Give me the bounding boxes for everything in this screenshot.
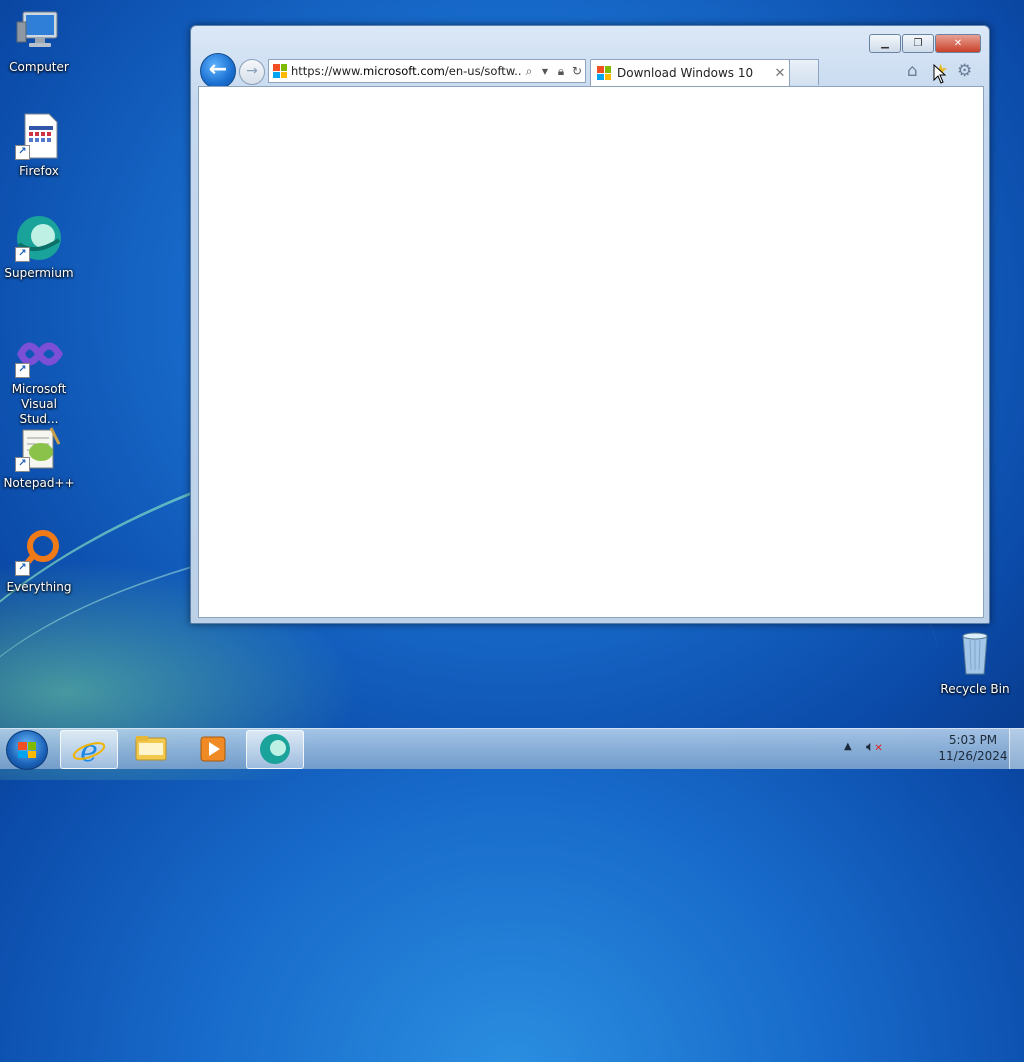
url-domain: microsoft.com — [363, 64, 445, 78]
minimize-button[interactable]: ▁ — [869, 34, 901, 53]
new-tab-button[interactable] — [789, 59, 819, 85]
browser-window[interactable]: ▁ ❐ ✕ ← → https://www.microsoft.com/en-u… — [190, 25, 990, 624]
restore-icon: ❐ — [913, 38, 923, 49]
windows-logo-icon — [18, 742, 36, 758]
forward-button[interactable]: → — [239, 59, 265, 85]
file-explorer-icon — [135, 736, 167, 761]
taskbar-file-explorer[interactable] — [123, 730, 179, 767]
supermium-icon — [260, 734, 290, 764]
window-controls: ▁ ❐ ✕ — [868, 34, 981, 53]
desktop-icon-label: Recycle Bin — [940, 682, 1010, 696]
search-icon[interactable]: ⌕ — [521, 64, 537, 79]
tab-close-icon[interactable]: ✕ — [771, 66, 789, 81]
shortcut-arrow-icon: ↗ — [15, 247, 30, 262]
internet-explorer-icon: e — [72, 734, 106, 769]
computer-icon — [15, 8, 63, 56]
taskbar-media-player[interactable] — [184, 730, 240, 767]
lock-icon[interactable]: 🔒︎ — [553, 64, 569, 79]
restore-button[interactable]: ❐ — [902, 34, 934, 53]
clock[interactable]: 5:03 PM 11/26/2024 — [930, 733, 1016, 763]
minimize-icon: ▁ — [881, 38, 889, 49]
desktop-icon-computer[interactable]: Computer — [1, 8, 77, 75]
desktop-icon-recycle-bin[interactable]: Recycle Bin — [937, 630, 1013, 697]
forward-icon: → — [246, 63, 258, 79]
desktop-icon-notepadpp[interactable]: ↗ Notepad++ — [1, 424, 77, 491]
visual-studio-icon: ↗ — [15, 330, 64, 378]
supermium-icon: ↗ — [15, 214, 63, 262]
url-path: /en-us/softw... — [444, 64, 521, 78]
media-player-icon — [200, 736, 226, 762]
notepadpp-icon: ↗ — [15, 424, 63, 472]
show-desktop-button[interactable] — [1009, 729, 1024, 769]
tab-title: Download Windows 10 — [617, 66, 754, 80]
shortcut-arrow-icon: ↗ — [15, 145, 30, 160]
clock-date: 11/26/2024 — [938, 749, 1008, 763]
shortcut-arrow-icon: ↗ — [15, 457, 30, 472]
back-button[interactable]: ← — [200, 53, 236, 89]
desktop-icon-firefox[interactable]: ↗ Firefox — [1, 112, 77, 179]
show-hidden-icons-chevron-icon[interactable]: ▲ — [844, 741, 852, 752]
tab-download-windows-10[interactable]: Download Windows 10 ✕ — [590, 59, 790, 86]
desktop-icon-label: Firefox — [19, 164, 59, 178]
svg-text:e: e — [80, 734, 98, 768]
shortcut-arrow-icon: ↗ — [15, 363, 30, 378]
address-url[interactable]: https://www.microsoft.com/en-us/softw... — [291, 64, 521, 78]
close-button[interactable]: ✕ — [935, 34, 981, 53]
desktop-icon-label: Computer — [9, 60, 69, 74]
desktop-icon-label: Notepad++ — [3, 476, 75, 490]
volume-muted-icon[interactable]: 🔈︎✕ — [866, 739, 883, 755]
settings-gear-icon[interactable]: ⚙ — [957, 61, 972, 81]
desktop-icon-label: Everything — [6, 580, 72, 594]
site-favicon-icon — [273, 64, 287, 78]
desktop-icon-label: Microsoft Visual Stud... — [11, 382, 67, 426]
start-button[interactable] — [6, 730, 48, 770]
taskbar-internet-explorer[interactable]: e — [60, 730, 118, 769]
recycle-bin-icon — [951, 630, 999, 678]
url-prefix: https://www. — [291, 64, 364, 78]
tab-favicon-icon — [597, 66, 611, 80]
firefox-file-icon: ↗ — [15, 112, 63, 160]
close-icon: ✕ — [953, 38, 963, 49]
desktop-icon-everything[interactable]: ↗ Everything — [1, 528, 77, 595]
desktop-icon-supermium[interactable]: ↗ Supermium — [1, 214, 77, 281]
taskbar-supermium[interactable] — [246, 730, 304, 769]
dropdown-chevron-icon[interactable]: ▼ — [537, 67, 553, 76]
everything-search-icon: ↗ — [15, 528, 63, 576]
desktop-icon-label: Supermium — [4, 266, 74, 280]
page-content[interactable] — [198, 86, 984, 618]
desktop-icon-visual-studio[interactable]: ↗ Microsoft Visual Stud... — [1, 330, 77, 427]
refresh-icon[interactable]: ↻ — [569, 64, 585, 78]
taskbar: e ▲ 🔈︎✕ 5:03 PM 11/26/2024 — [0, 728, 1024, 770]
mouse-cursor-icon — [933, 64, 947, 84]
shortcut-arrow-icon: ↗ — [15, 561, 30, 576]
clock-time: 5:03 PM — [948, 733, 998, 747]
home-icon[interactable]: ⌂ — [907, 61, 918, 81]
address-bar[interactable]: https://www.microsoft.com/en-us/softw...… — [268, 59, 586, 83]
back-icon: ← — [208, 57, 228, 82]
